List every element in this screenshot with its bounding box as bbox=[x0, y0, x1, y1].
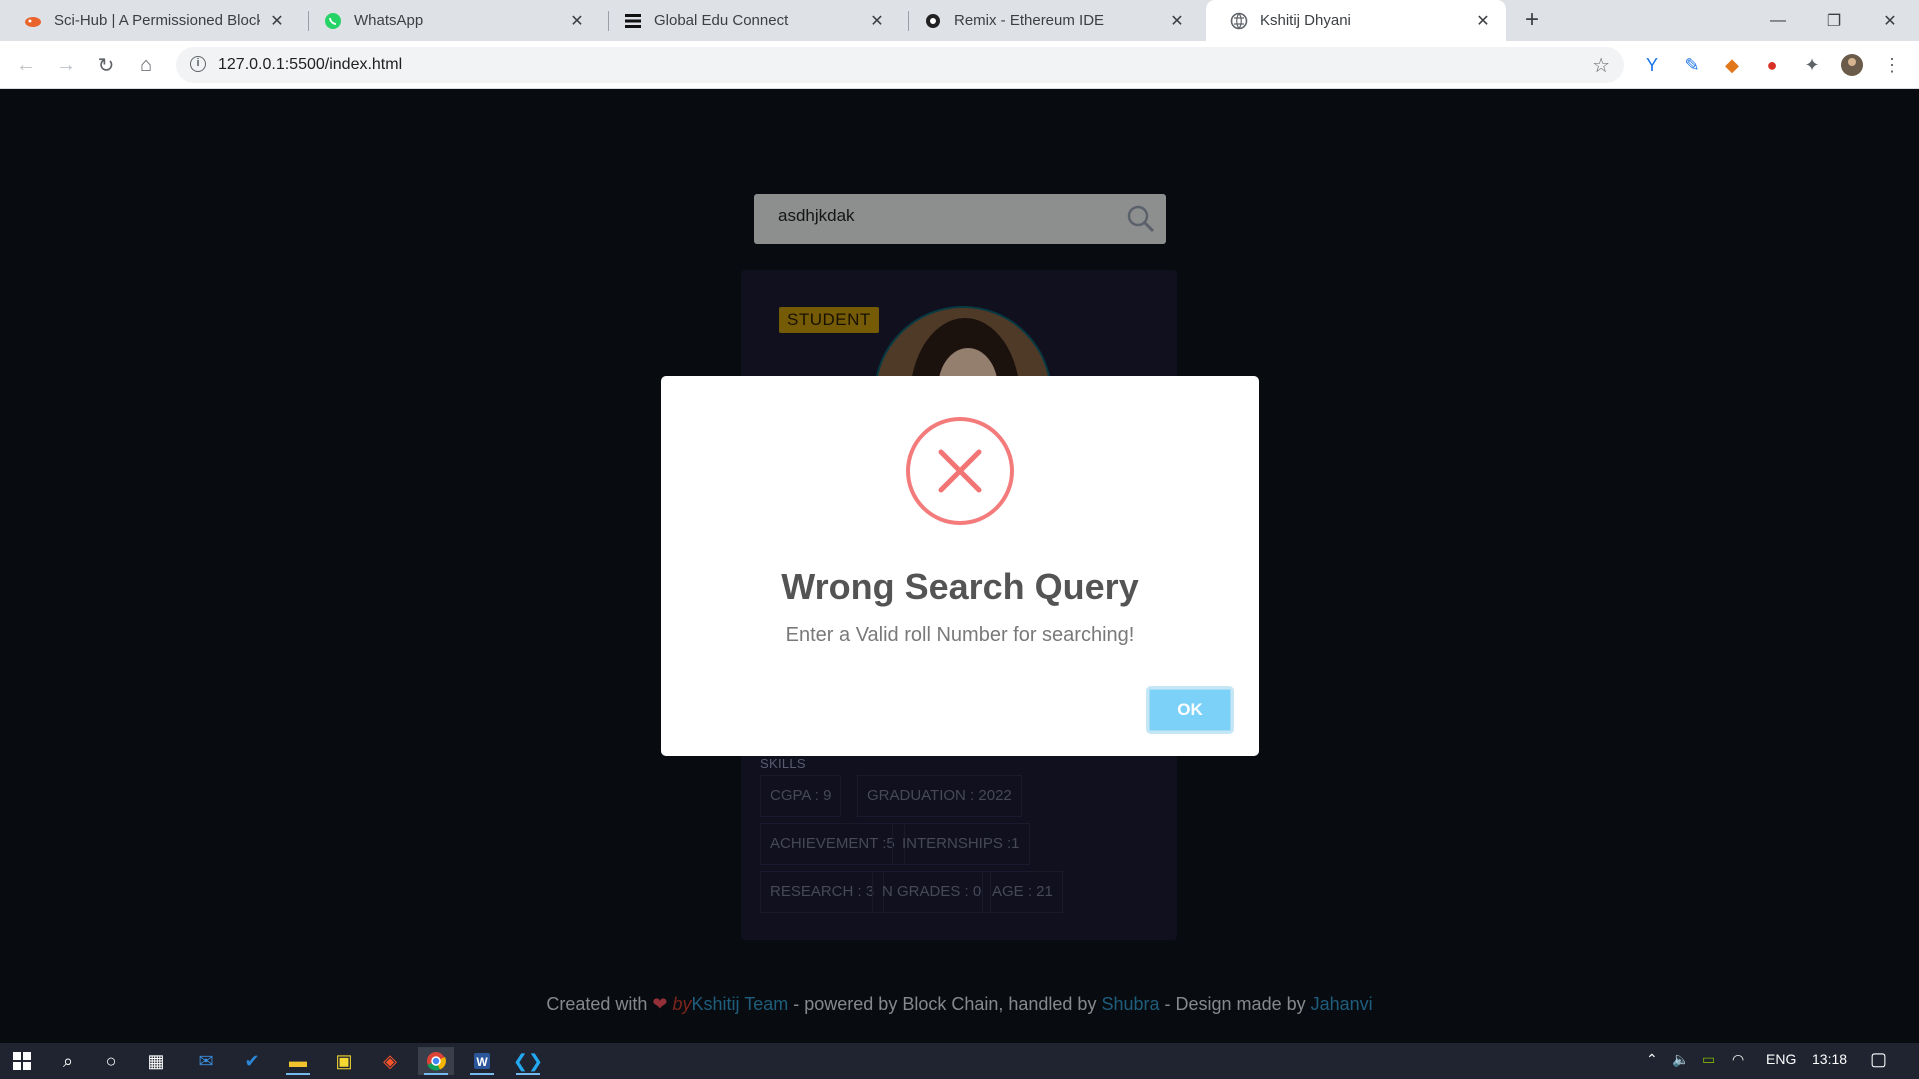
color-ext-icon[interactable]: ● bbox=[1760, 53, 1784, 77]
close-icon[interactable]: ✕ bbox=[868, 11, 886, 31]
bookmark-star-icon[interactable]: ☆ bbox=[1592, 53, 1610, 78]
close-icon[interactable]: ✕ bbox=[568, 11, 586, 31]
windows-taskbar: ⌕ ○ ▦ ✉ ✔ ▬ ▣ ◈ W ❮❯ ⌃ 🔈 ▭ ◠ ENG 13:18 ▢ bbox=[0, 1043, 1919, 1079]
file-explorer-icon[interactable]: ▬ bbox=[280, 1047, 316, 1075]
remix-icon bbox=[924, 12, 942, 30]
app-icon[interactable]: ▣ bbox=[326, 1047, 362, 1075]
tab-title: Remix - Ethereum IDE bbox=[954, 12, 1105, 29]
volume-icon[interactable]: 🔈 bbox=[1672, 1051, 1689, 1068]
close-icon[interactable]: ✕ bbox=[1168, 11, 1186, 31]
vscode-icon[interactable]: ❮❯ bbox=[510, 1047, 546, 1075]
extension-y-icon[interactable]: Y bbox=[1640, 53, 1664, 77]
pen-icon[interactable]: ✎ bbox=[1680, 53, 1704, 77]
ok-button[interactable]: OK bbox=[1146, 686, 1234, 734]
chevron-up-icon[interactable]: ⌃ bbox=[1646, 1051, 1658, 1068]
tab-global-edu[interactable]: Global Edu Connect ✕ bbox=[600, 0, 900, 41]
forward-icon[interactable]: → bbox=[52, 51, 80, 79]
dialog-message: Enter a Valid roll Number for searching! bbox=[785, 624, 1135, 646]
search-icon[interactable]: ⌕ bbox=[50, 1047, 86, 1075]
tab-scihub[interactable]: Sci-Hub | A Permissioned Blockch ✕ bbox=[0, 0, 300, 41]
error-dialog: Wrong Search Query Enter a Valid roll Nu… bbox=[661, 376, 1259, 756]
dialog-title: Wrong Search Query bbox=[781, 566, 1139, 607]
language-indicator[interactable]: ENG bbox=[1766, 1051, 1796, 1067]
tab-title: Sci-Hub | A Permissioned Blockch bbox=[54, 12, 260, 29]
scihub-icon bbox=[24, 12, 42, 30]
battery-icon[interactable]: ▭ bbox=[1702, 1051, 1715, 1068]
mail-icon[interactable]: ✉ bbox=[188, 1047, 224, 1075]
url-text[interactable]: 127.0.0.1:5500/index.html bbox=[218, 56, 402, 74]
word-icon[interactable]: W bbox=[464, 1047, 500, 1075]
cortana-icon[interactable]: ○ bbox=[93, 1047, 129, 1075]
close-icon[interactable]: ✕ bbox=[1474, 11, 1492, 31]
close-icon[interactable]: ✕ bbox=[268, 11, 286, 31]
new-tab-button[interactable]: + bbox=[1518, 6, 1546, 34]
task-view-icon[interactable]: ▦ bbox=[138, 1047, 174, 1075]
reload-icon[interactable]: ↻ bbox=[92, 51, 120, 79]
minimize-icon[interactable]: — bbox=[1750, 0, 1806, 41]
restore-icon[interactable]: ❐ bbox=[1806, 0, 1862, 41]
brave-icon[interactable]: ◈ bbox=[372, 1047, 408, 1075]
error-x-icon bbox=[906, 417, 1014, 525]
back-icon[interactable]: ← bbox=[12, 51, 40, 79]
tab-kshitij[interactable]: Kshitij Dhyani ✕ bbox=[1206, 0, 1506, 41]
window-close-icon[interactable]: ✕ bbox=[1862, 0, 1918, 41]
tab-title: Kshitij Dhyani bbox=[1260, 12, 1351, 29]
chrome-icon[interactable] bbox=[418, 1047, 454, 1075]
globe-icon bbox=[1230, 12, 1248, 30]
puzzle-icon[interactable]: ✦ bbox=[1800, 53, 1824, 77]
svg-text:W: W bbox=[476, 1055, 488, 1069]
menu-dots-icon[interactable]: ⋮ bbox=[1880, 53, 1904, 77]
whatsapp-icon bbox=[324, 12, 342, 30]
info-icon[interactable]: i bbox=[190, 56, 206, 72]
tab-remix[interactable]: Remix - Ethereum IDE ✕ bbox=[900, 0, 1200, 41]
tab-title: WhatsApp bbox=[354, 12, 424, 29]
windows-start-icon[interactable] bbox=[4, 1047, 40, 1075]
profile-avatar-icon[interactable] bbox=[1840, 53, 1864, 77]
metamask-icon[interactable]: ◆ bbox=[1720, 53, 1744, 77]
todo-icon[interactable]: ✔ bbox=[234, 1047, 270, 1075]
clock[interactable]: 13:18 bbox=[1812, 1051, 1847, 1067]
tab-title: Global Edu Connect bbox=[654, 12, 789, 29]
tab-whatsapp[interactable]: WhatsApp ✕ bbox=[300, 0, 600, 41]
home-icon[interactable]: ⌂ bbox=[132, 51, 160, 79]
address-bar[interactable]: i 127.0.0.1:5500/index.html ☆ bbox=[176, 47, 1624, 83]
browser-tab-strip: Sci-Hub | A Permissioned Blockch ✕ Whats… bbox=[0, 0, 1919, 41]
wifi-icon[interactable]: ◠ bbox=[1732, 1051, 1744, 1068]
notification-icon[interactable]: ▢ bbox=[1870, 1049, 1887, 1070]
browser-toolbar: ← → ↻ ⌂ i 127.0.0.1:5500/index.html ☆ Y … bbox=[0, 41, 1919, 89]
menu-icon bbox=[624, 12, 642, 30]
